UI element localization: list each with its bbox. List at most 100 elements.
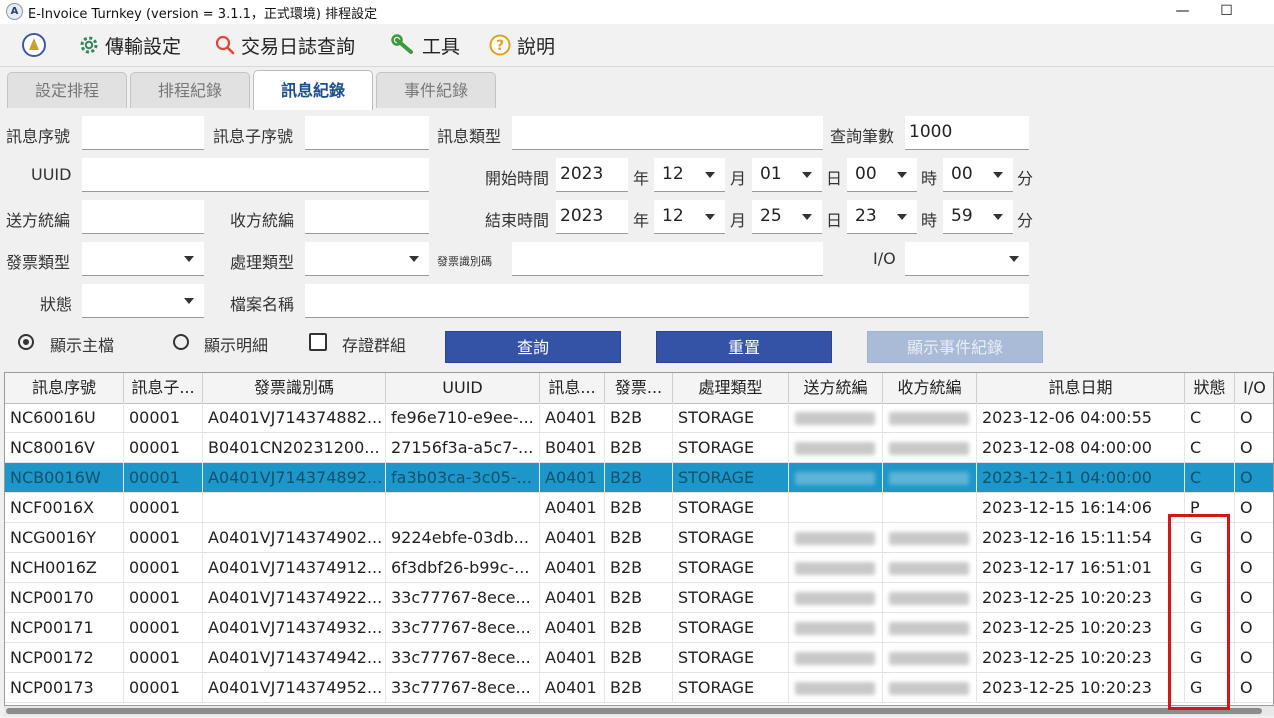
menu-transaction-log[interactable]: 交易日誌查詢 [214, 32, 355, 58]
chevron-down-icon [705, 172, 715, 178]
invoice-id-input[interactable] [512, 242, 823, 276]
col-invoice-id-header[interactable]: 發票識別碼 [203, 373, 386, 403]
minute-unit: 分 [1017, 211, 1034, 230]
col-io-cell: O [1235, 523, 1273, 553]
tab-message-log[interactable]: 訊息紀錄 [253, 70, 373, 110]
col-invoice-id-cell [203, 493, 386, 523]
col-invoice-type-header[interactable]: 發票... [605, 373, 673, 403]
msg-seq-input[interactable] [82, 116, 204, 150]
uuid-input[interactable] [82, 158, 429, 192]
menu-transfer-settings[interactable]: 傳輸設定 [78, 32, 181, 58]
col-msg-type-cell: B0401 [540, 433, 605, 463]
horizontal-scrollbar[interactable] [4, 706, 1274, 716]
col-io-header[interactable]: I/O [1235, 373, 1273, 403]
table-row[interactable]: NCP00172 00001 A0401VJ714374942... 33c77767… [5, 643, 1273, 673]
table-row[interactable]: NCF0016X 00001 A0401 B2B STORAGE 2023-12-15 1… [5, 493, 1273, 523]
col-invoice-type-cell: B2B [605, 643, 673, 673]
col-msg-date-header[interactable]: 訊息日期 [977, 373, 1185, 403]
col-receiver-header[interactable]: 收方統編 [883, 373, 977, 403]
table-row[interactable]: NCP00171 00001 A0401VJ714374932... 33c77767… [5, 613, 1273, 643]
status-select[interactable] [82, 284, 204, 318]
sender-input[interactable] [82, 200, 204, 234]
tab-event-log[interactable]: 事件紀錄 [376, 72, 496, 108]
io-select[interactable] [905, 242, 1029, 276]
maximize-button[interactable]: ☐ [1204, 0, 1249, 24]
chevron-down-icon [705, 214, 715, 220]
query-count-input[interactable]: 1000 [905, 116, 1029, 150]
menu-tools[interactable]: 工具 [391, 32, 460, 58]
query-button[interactable]: 查詢 [445, 331, 621, 363]
end-time-label: 結束時間 [485, 211, 550, 230]
redacted-value [889, 472, 969, 485]
tab-schedule-settings[interactable]: 設定排程 [7, 72, 127, 108]
window-title: E-Invoice Turnkey (version = 3.1.1，正式環境)… [28, 7, 378, 22]
col-msg-date-cell: 2023-12-25 10:20:23 [977, 613, 1185, 643]
chevron-down-icon [802, 214, 812, 220]
col-invoice-id-cell: A0401VJ714374922... [203, 583, 386, 613]
menu-help[interactable]: ? 說明 [488, 32, 555, 58]
col-invoice-id-cell: A0401VJ714374942... [203, 643, 386, 673]
col-process-type-cell: STORAGE [673, 433, 789, 463]
end-minute-select[interactable]: 59 [943, 200, 1013, 234]
table-row[interactable]: NC60016U 00001 A0401VJ714374882... fe96e710… [5, 403, 1273, 433]
col-process-type-header[interactable]: 處理類型 [673, 373, 789, 403]
start-hour-value: 00 [855, 164, 877, 184]
reset-button[interactable]: 重置 [656, 331, 832, 363]
col-msg-date-cell: 2023-12-16 15:11:54 [977, 523, 1185, 553]
end-day-select[interactable]: 25 [752, 200, 822, 234]
start-month-select[interactable]: 12 [654, 158, 725, 192]
col-msg-subseq-header[interactable]: 訊息子... [124, 373, 203, 403]
start-hour-select[interactable]: 00 [847, 158, 917, 192]
table-row[interactable]: NCP00173 00001 A0401VJ714374952... 33c77767… [5, 673, 1273, 703]
tab-schedule-log[interactable]: 排程紀錄 [130, 72, 250, 108]
evidence-group-checkbox[interactable] [309, 333, 327, 351]
col-uuid-cell [386, 493, 540, 523]
redacted-value [889, 532, 969, 545]
redacted-value [795, 472, 875, 485]
msg-type-input[interactable] [512, 116, 823, 150]
table-row[interactable]: NCH0016Z 00001 A0401VJ714374912... 6f3dbf26… [5, 553, 1273, 583]
redacted-value [889, 442, 969, 455]
start-day-select[interactable]: 01 [752, 158, 822, 192]
start-month-value: 12 [662, 164, 684, 184]
filename-input[interactable] [305, 284, 1029, 318]
wrench-icon [391, 34, 413, 54]
redacted-value [795, 622, 875, 635]
menu-label: 傳輸設定 [105, 35, 182, 58]
start-year-input[interactable]: 2023 [556, 158, 628, 192]
invoice-type-select[interactable] [82, 242, 204, 276]
day-unit: 日 [826, 211, 843, 230]
start-time-label: 開始時間 [485, 169, 550, 188]
col-status-cell: C [1185, 463, 1235, 493]
col-status-header[interactable]: 狀態 [1185, 373, 1235, 403]
col-msg-seq-cell: NCP00172 [5, 643, 124, 673]
show-detail-radio[interactable] [173, 334, 189, 350]
col-msg-type-header[interactable]: 訊息... [540, 373, 605, 403]
end-year-input[interactable]: 2023 [556, 200, 628, 234]
app-home-icon[interactable] [22, 33, 46, 57]
table-row[interactable]: NC80016V 00001 B0401CN20231200... 27156f3a-… [5, 433, 1273, 463]
table-row[interactable]: NCB0016W 00001 A0401VJ714374892... fa3b03ca… [5, 463, 1273, 493]
chevron-down-icon [409, 256, 419, 262]
table-row[interactable]: NCG0016Y 00001 A0401VJ714374902... 9224ebfe… [5, 523, 1273, 553]
receiver-input[interactable] [305, 200, 429, 234]
col-uuid-cell: 9224ebfe-03db... [386, 523, 540, 553]
status-label: 狀態 [40, 295, 73, 314]
col-sender-header[interactable]: 送方統編 [789, 373, 883, 403]
scrollbar-thumb[interactable] [6, 708, 1262, 714]
redacted-value [795, 682, 875, 695]
end-month-select[interactable]: 12 [654, 200, 725, 234]
end-hour-select[interactable]: 23 [847, 200, 917, 234]
process-type-select[interactable] [305, 242, 429, 276]
col-uuid-cell: 33c77767-8ece... [386, 583, 540, 613]
minimize-button[interactable]: — [1160, 0, 1205, 24]
table-row[interactable]: NCP00170 00001 A0401VJ714374922... 33c77767… [5, 583, 1273, 613]
col-uuid-header[interactable]: UUID [386, 373, 540, 403]
show-master-radio[interactable] [18, 334, 34, 350]
col-msg-seq-header[interactable]: 訊息序號 [5, 373, 124, 403]
col-invoice-type-cell: B2B [605, 433, 673, 463]
col-process-type-cell: STORAGE [673, 493, 789, 523]
col-receiver-cell [883, 673, 977, 703]
start-minute-select[interactable]: 00 [943, 158, 1013, 192]
msg-subseq-input[interactable] [305, 116, 429, 150]
